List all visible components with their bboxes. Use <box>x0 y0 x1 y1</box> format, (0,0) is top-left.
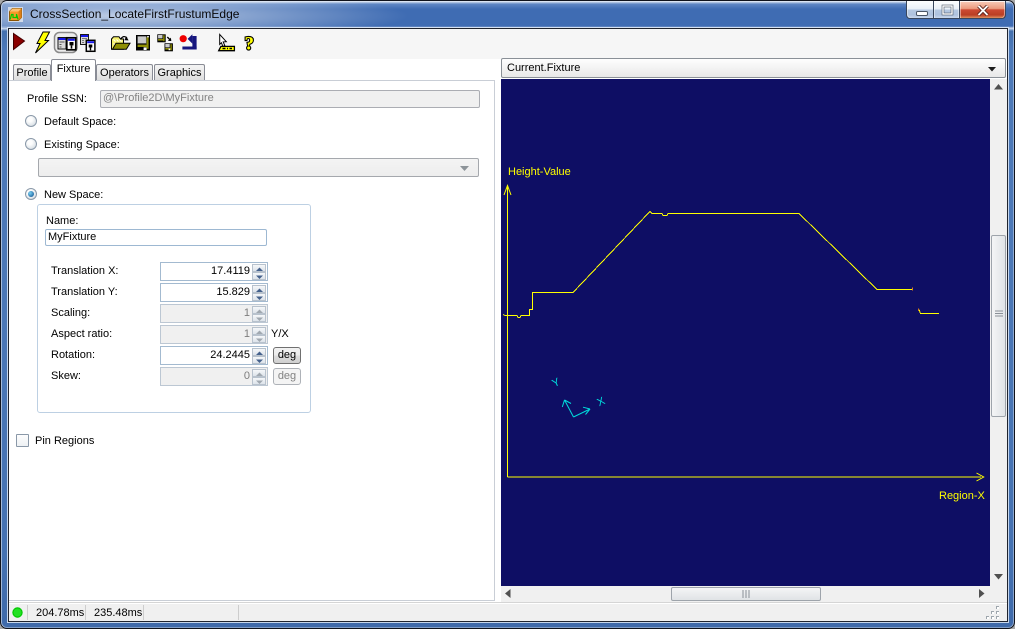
svg-text:Height-Value: Height-Value <box>508 166 571 178</box>
svg-text:X: X <box>595 395 607 409</box>
svg-text:?: ? <box>245 34 255 55</box>
svg-text:Y: Y <box>550 376 562 390</box>
svg-text:Region-X: Region-X <box>939 490 986 502</box>
